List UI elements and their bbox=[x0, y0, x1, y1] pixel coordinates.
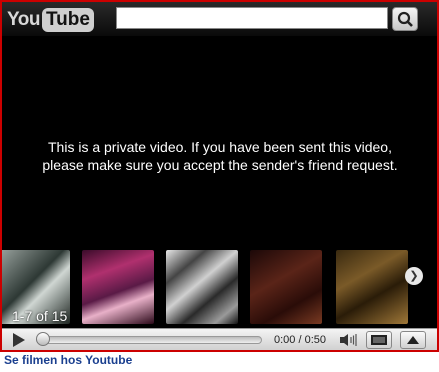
search-input[interactable] bbox=[116, 7, 388, 29]
player-top-bar: You Tube bbox=[2, 2, 437, 36]
logo-you-text: You bbox=[7, 9, 40, 30]
next-related-button[interactable]: ❯ bbox=[405, 267, 423, 285]
related-video-thumbnail[interactable] bbox=[336, 250, 408, 324]
related-video-thumbnail[interactable] bbox=[166, 250, 238, 324]
related-count: 1-7 of 15 bbox=[12, 308, 68, 324]
private-video-message: This is a private video. If you have bee… bbox=[42, 139, 398, 173]
chevron-right-icon: ❯ bbox=[409, 270, 419, 282]
play-button[interactable] bbox=[7, 332, 29, 348]
youtube-logo[interactable]: You Tube bbox=[7, 7, 94, 33]
logo-tube-text: Tube bbox=[41, 8, 94, 32]
watch-on-youtube-link[interactable]: Se filmen hos Youtube bbox=[4, 353, 132, 367]
volume-icon bbox=[340, 334, 357, 346]
player-control-bar: 0:00 / 0:50 bbox=[2, 328, 437, 350]
progress-scrubber[interactable] bbox=[36, 332, 50, 346]
time-display: 0:00 / 0:50 bbox=[274, 334, 326, 346]
screen-size-icon bbox=[371, 335, 387, 345]
screen-size-button[interactable] bbox=[366, 331, 392, 349]
fullscreen-button[interactable] bbox=[400, 331, 426, 349]
related-video-thumbnail[interactable] bbox=[250, 250, 322, 324]
youtube-embed-player: You Tube This is a private video. If you… bbox=[0, 0, 439, 352]
search-button[interactable] bbox=[392, 7, 418, 31]
progress-bar[interactable] bbox=[36, 336, 262, 344]
search-icon bbox=[397, 11, 413, 27]
volume-button[interactable] bbox=[338, 332, 360, 348]
related-video-thumbnail[interactable] bbox=[82, 250, 154, 324]
